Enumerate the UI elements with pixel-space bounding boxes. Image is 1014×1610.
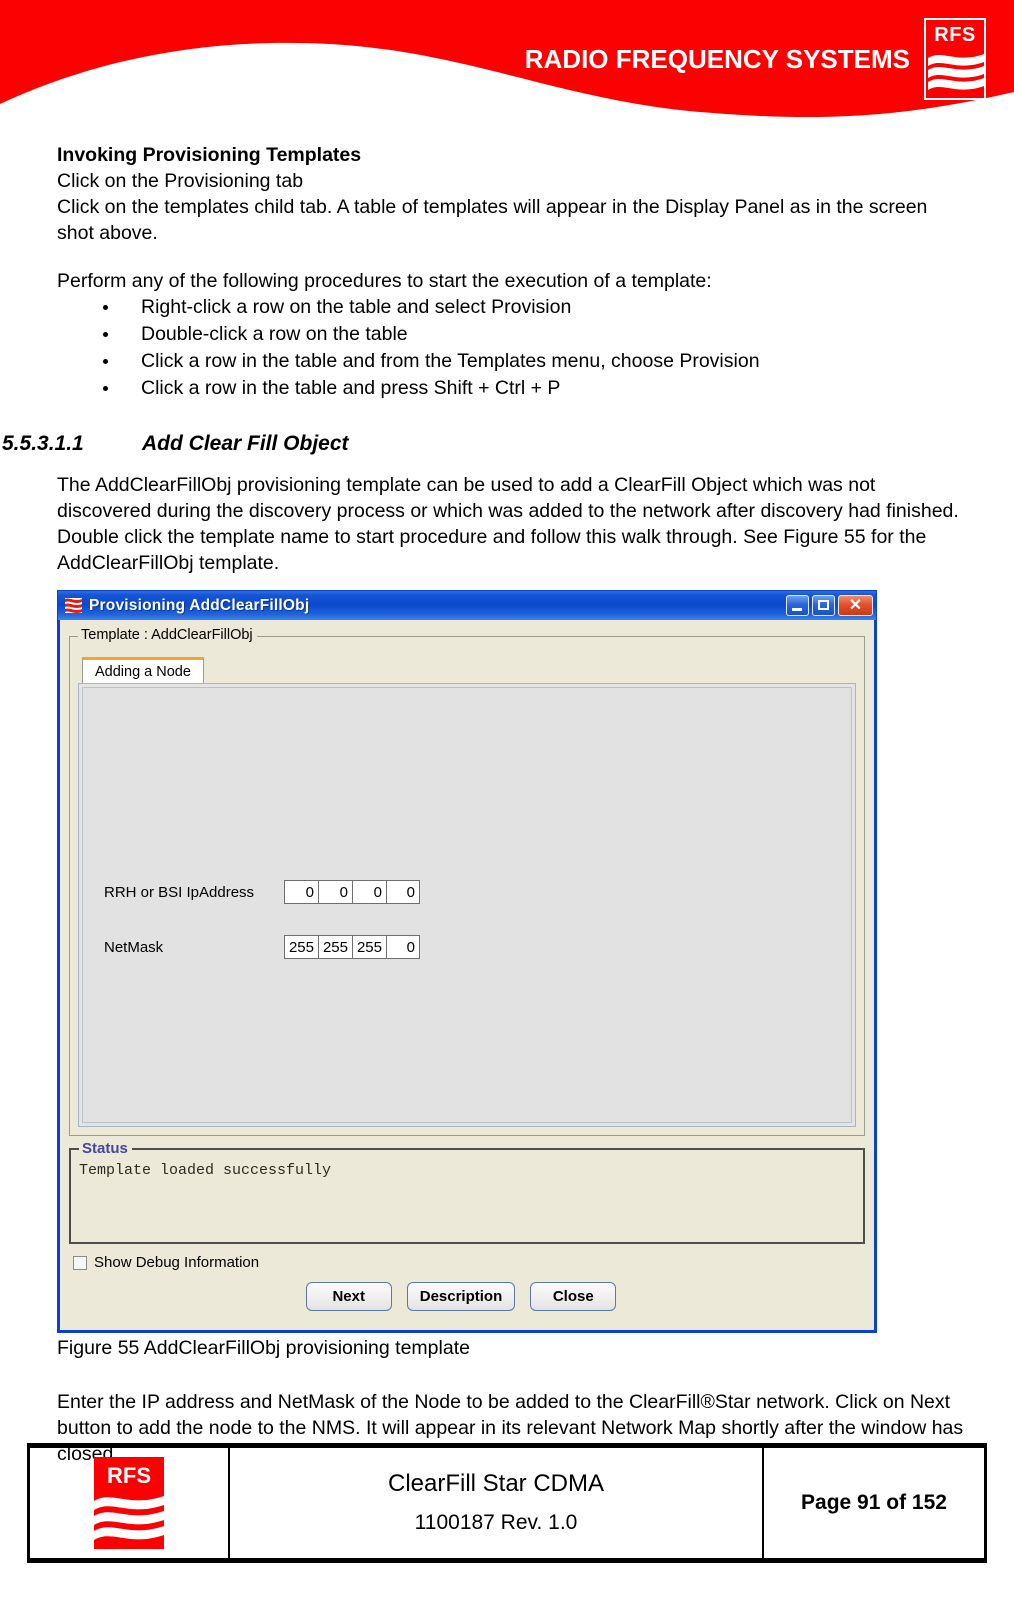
close-button[interactable]: ✕ xyxy=(838,595,873,616)
close-icon: ✕ xyxy=(848,597,863,614)
step-click-templates-child-tab: Click on the templates child tab. A tabl… xyxy=(57,196,928,244)
section-number: 5.5.3.1.1 xyxy=(2,432,84,455)
netmask-octets: 255 255 255 0 xyxy=(284,935,420,959)
netmask-octet-1[interactable]: 255 xyxy=(284,935,318,959)
company-name: RADIO FREQUENCY SYSTEMS xyxy=(524,44,910,74)
template-groupbox-legend: Template : AddClearFillObj xyxy=(78,627,257,643)
list-item: Double-click a row on the table xyxy=(103,321,1014,348)
window-controls: ✕ xyxy=(786,595,873,616)
rfs-waves-icon xyxy=(928,54,984,90)
footer-page-cell: Page 91 of 152 xyxy=(762,1446,984,1560)
page-header-banner: RADIO FREQUENCY SYSTEMS RFS xyxy=(0,0,1014,118)
footer-logo-cell: RFS xyxy=(30,1446,230,1560)
minimize-icon xyxy=(792,608,802,611)
section-title: Add Clear Fill Object xyxy=(142,432,349,455)
ip-address-label: RRH or BSI IpAddress xyxy=(104,883,255,901)
dialog-button-row: Next Description Close xyxy=(69,1282,865,1311)
close-dialog-button[interactable]: Close xyxy=(530,1282,617,1311)
footer-document-cell: ClearFill Star CDMA 1100187 Rev. 1.0 xyxy=(228,1446,764,1560)
list-item: Right-click a row on the table and selec… xyxy=(103,294,1014,321)
tab-label: Adding a Node xyxy=(95,664,191,680)
rfs-logo: RFS xyxy=(94,1457,164,1549)
tab-strip: Adding a Node xyxy=(82,655,856,684)
next-button[interactable]: Next xyxy=(305,1282,392,1311)
rfs-logo-text: RFS xyxy=(934,24,976,46)
table-row: RFS ClearFill Star CDMA 1100187 Rev. 1.0… xyxy=(30,1446,984,1560)
tab-adding-a-node[interactable]: Adding a Node xyxy=(82,657,204,684)
footer-table: RFS ClearFill Star CDMA 1100187 Rev. 1.0… xyxy=(30,1446,984,1560)
ip-octet-3[interactable]: 0 xyxy=(352,880,386,904)
minimize-button[interactable] xyxy=(786,595,809,616)
field-netmask: NetMask 255 255 255 0 xyxy=(104,935,420,959)
maximize-button[interactable] xyxy=(812,595,835,616)
status-message: Template loaded successfully xyxy=(79,1162,332,1179)
dialog-title: Provisioning AddClearFillObj xyxy=(89,596,310,614)
page-footer: RFS ClearFill Star CDMA 1100187 Rev. 1.0… xyxy=(27,1443,987,1563)
show-debug-information-label: Show Debug Information xyxy=(94,1254,260,1271)
footer-document-title: ClearFill Star CDMA xyxy=(387,1470,605,1497)
add-clear-fill-description: The AddClearFillObj provisioning templat… xyxy=(57,474,959,574)
page-content: Invoking Provisioning Templates Click on… xyxy=(0,118,1014,1467)
status-groupbox-legend: Status xyxy=(79,1140,132,1157)
rfs-waves-icon xyxy=(94,1496,164,1540)
description-button[interactable]: Description xyxy=(406,1282,516,1311)
status-groupbox: Status Template loaded successfully xyxy=(69,1140,865,1244)
ip-octet-4[interactable]: 0 xyxy=(386,880,420,904)
netmask-octet-4[interactable]: 0 xyxy=(386,935,420,959)
ip-octet-1[interactable]: 0 xyxy=(284,880,318,904)
template-groupbox: Template : AddClearFillObj Adding a Node… xyxy=(69,627,865,1136)
figure-55-screenshot: Provisioning AddClearFillObj ✕ Template … xyxy=(57,590,877,1333)
page-number-label: Page 91 of 152 xyxy=(801,1491,947,1514)
dialog-body: Template : AddClearFillObj Adding a Node… xyxy=(60,620,874,1330)
list-item: Click a row in the table and press Shift… xyxy=(103,375,1014,402)
rfs-logo-text: RFS xyxy=(107,1463,151,1488)
procedures-list: Right-click a row on the table and selec… xyxy=(57,294,1014,402)
ip-address-octets: 0 0 0 0 xyxy=(284,880,420,904)
dialog-window: Template : AddClearFillObj Adding a Node… xyxy=(57,620,877,1333)
rfs-logo: RFS xyxy=(924,18,986,100)
show-debug-information-row[interactable]: Show Debug Information xyxy=(73,1254,865,1271)
netmask-label: NetMask xyxy=(104,938,164,956)
ip-octet-2[interactable]: 0 xyxy=(318,880,352,904)
list-item: Click a row in the table and from the Te… xyxy=(103,348,1014,375)
netmask-octet-3[interactable]: 255 xyxy=(352,935,386,959)
rfs-waves-icon xyxy=(65,598,82,613)
invoking-templates-heading: Invoking Provisioning Templates xyxy=(57,144,362,166)
field-ip-address: RRH or BSI IpAddress 0 0 0 0 xyxy=(104,880,420,904)
tab-panel-inner: RRH or BSI IpAddress 0 0 0 0 NetMask 255… xyxy=(82,687,852,1123)
section-heading-add-clear-fill-object: 5.5.3.1.1 Add Clear Fill Object xyxy=(0,430,1014,458)
figure-caption: Figure 55 AddClearFillObj provisioning t… xyxy=(57,1337,470,1359)
procedures-intro: Perform any of the following procedures … xyxy=(57,270,712,292)
tab-panel: RRH or BSI IpAddress 0 0 0 0 NetMask 255… xyxy=(78,683,856,1127)
netmask-octet-2[interactable]: 255 xyxy=(318,935,352,959)
show-debug-information-checkbox[interactable] xyxy=(73,1255,87,1270)
step-click-provisioning-tab: Click on the Provisioning tab xyxy=(57,170,304,192)
maximize-icon xyxy=(818,600,829,610)
footer-document-revision: 1100187 Rev. 1.0 xyxy=(414,1511,578,1534)
dialog-title-bar[interactable]: Provisioning AddClearFillObj ✕ xyxy=(57,590,877,620)
